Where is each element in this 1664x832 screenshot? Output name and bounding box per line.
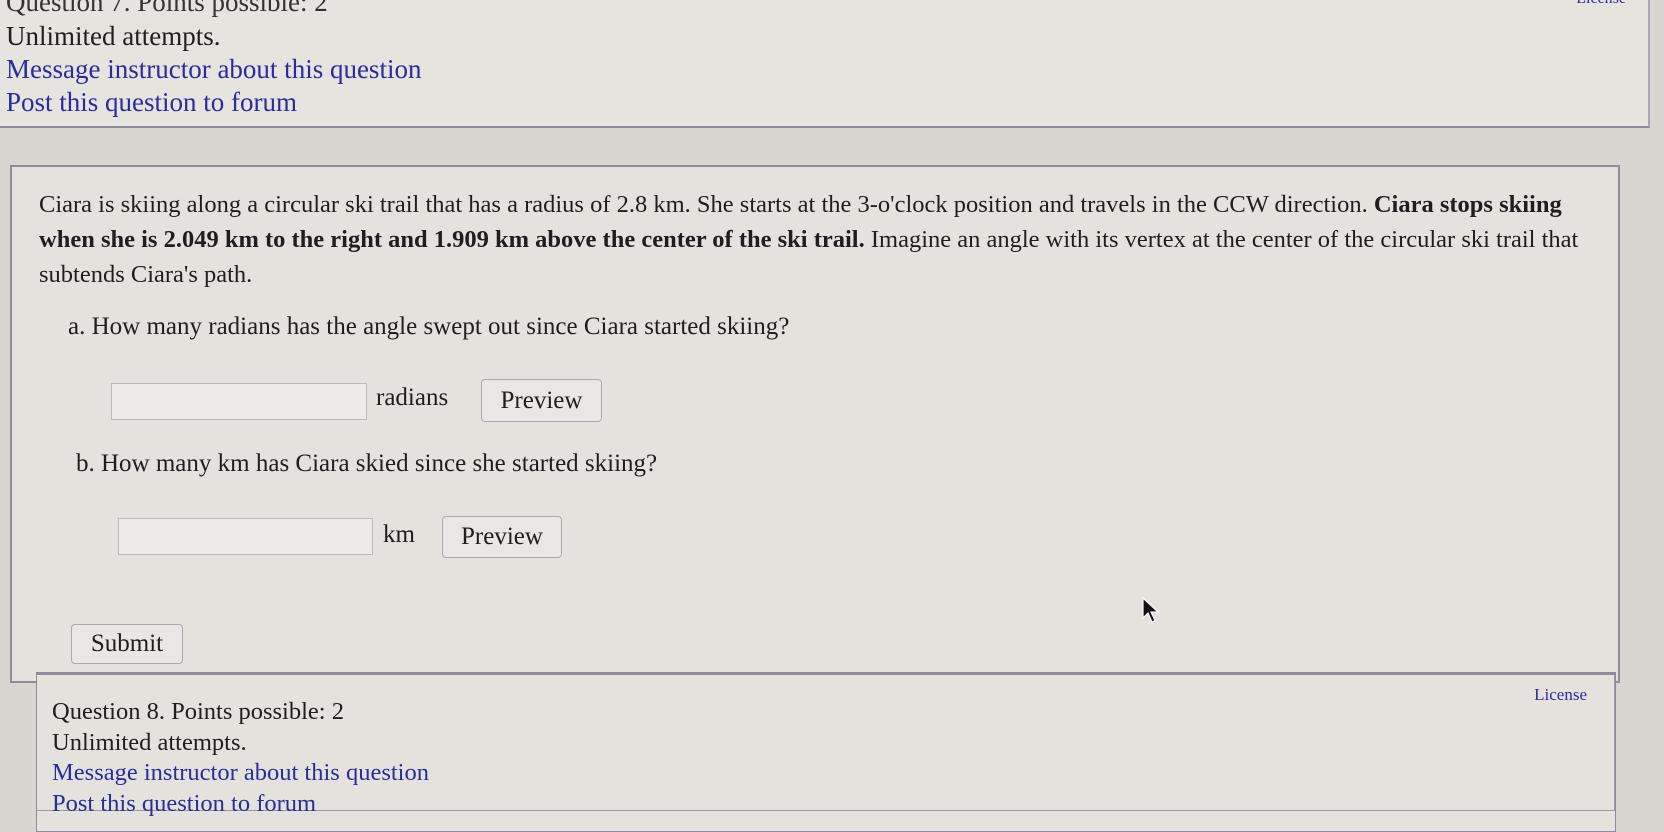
- statement-intro: Ciara is skiing along a circular ski tra…: [39, 191, 1368, 218]
- part-b-unit: km: [383, 521, 415, 548]
- question-8-post-to-forum-link[interactable]: Post this question to forum: [52, 789, 316, 819]
- part-a-preview-button[interactable]: Preview: [481, 379, 602, 422]
- question-8-header: Question 8. Points possible: 2: [52, 698, 344, 725]
- question-8-attempts: Unlimited attempts.: [52, 729, 247, 756]
- part-a-unit: radians: [376, 384, 449, 411]
- question-statement: Ciara is skiing along a circular ski tra…: [39, 187, 1619, 292]
- mouse-pointer-icon: [1142, 596, 1160, 623]
- question-7-info-panel: Question 7. Points possible: 2 Unlimited…: [0, 0, 1650, 128]
- part-b-text: How many km has Ciara skied since she st…: [101, 450, 658, 477]
- part-a-label: a.: [68, 313, 86, 340]
- part-a-answer-input[interactable]: [111, 383, 367, 420]
- part-a-text: How many radians has the angle swept out…: [91, 313, 790, 340]
- part-b-answer-input[interactable]: [118, 518, 373, 555]
- question-7-attempts: Unlimited attempts.: [6, 21, 221, 51]
- submit-button[interactable]: Submit: [71, 624, 183, 664]
- question-8-license-link[interactable]: License: [1534, 685, 1587, 705]
- part-a-prompt: a. How many radians has the angle swept …: [68, 313, 789, 341]
- question-8-message-instructor-link[interactable]: Message instructor about this question: [52, 758, 429, 788]
- question-panel: Ciara is skiing along a circular ski tra…: [10, 165, 1620, 683]
- question-7-header: Question 7. Points possible: 2: [6, 0, 328, 17]
- question-7-message-instructor-link[interactable]: Message instructor about this question: [6, 53, 421, 85]
- part-b-prompt: b. How many km has Ciara skied since she…: [76, 450, 657, 478]
- question-divider: [36, 672, 1616, 675]
- part-b-label: b.: [76, 450, 95, 477]
- question-8-info-panel: Question 8. Points possible: 2 Unlimited…: [36, 672, 1616, 832]
- question-7-post-to-forum-link[interactable]: Post this question to forum: [6, 86, 297, 118]
- question-7-license-link[interactable]: License: [1576, 0, 1626, 8]
- part-b-preview-button[interactable]: Preview: [442, 516, 562, 558]
